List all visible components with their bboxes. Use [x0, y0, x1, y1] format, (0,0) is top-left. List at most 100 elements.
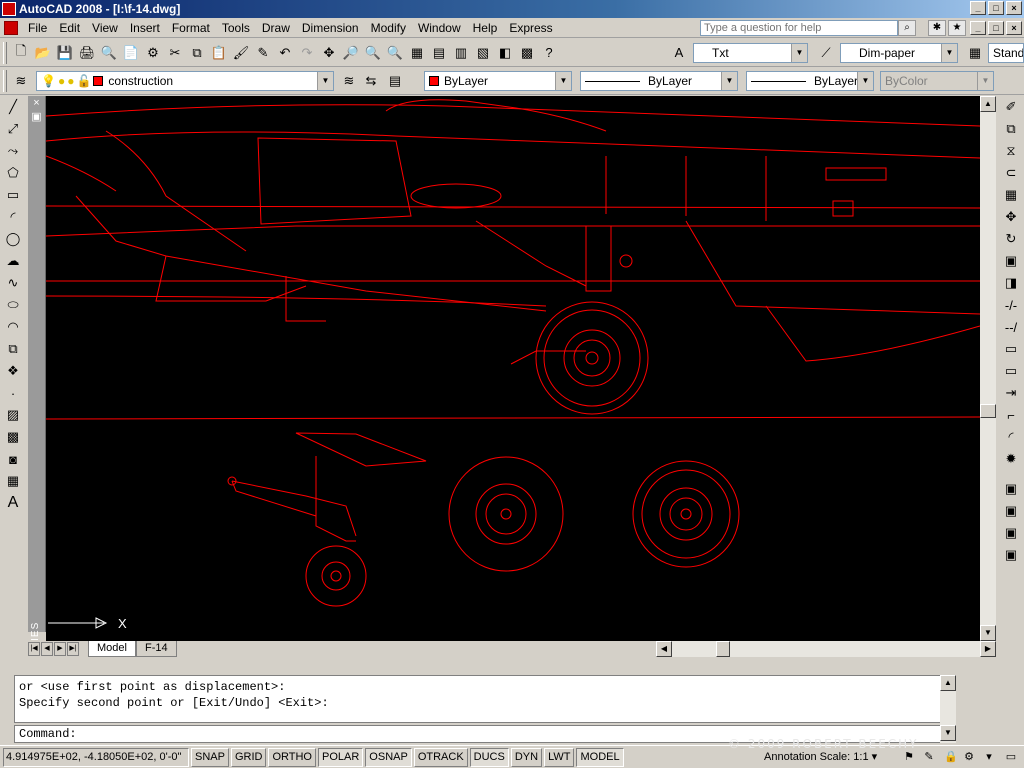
tab-model[interactable]: Model [88, 641, 136, 657]
pan-icon[interactable]: ✥ [318, 42, 340, 64]
doc-close-button[interactable]: × [1006, 21, 1022, 35]
snap-toggle[interactable]: SNAP [191, 747, 229, 767]
multiline-text-icon[interactable]: A [2, 492, 24, 514]
array-icon[interactable]: ▦ [1000, 184, 1022, 206]
mirror-icon[interactable]: ⧖ [1000, 140, 1022, 162]
document-icon[interactable] [4, 20, 18, 35]
menu-draw[interactable]: Draw [256, 18, 296, 38]
draworder-above-icon[interactable]: ▣ [1000, 522, 1022, 544]
publish-icon[interactable]: 📄 [120, 42, 142, 64]
clean-screen-icon[interactable]: ▾ [982, 750, 996, 764]
properties-palette[interactable]: × ▣ PROPERTIES [28, 96, 46, 696]
match-properties-icon[interactable]: 🖌 [230, 42, 252, 64]
insert-block-icon[interactable]: ⧉ [2, 338, 24, 360]
favorites-star-icon[interactable]: ★ [948, 20, 966, 36]
break-at-point-icon[interactable]: ▭ [1000, 338, 1022, 360]
chevron-down-icon[interactable]: ▼ [941, 44, 957, 62]
tool-palettes-icon[interactable]: ▥ [450, 42, 472, 64]
tray-settings-icon[interactable]: ⚙ [962, 750, 976, 764]
menu-view[interactable]: View [86, 18, 124, 38]
close-button[interactable]: × [1006, 1, 1022, 15]
fullscreen-icon[interactable]: ▭ [1004, 750, 1018, 764]
chevron-down-icon[interactable]: ▼ [555, 72, 571, 90]
chevron-down-icon[interactable]: ▼ [721, 72, 737, 90]
menu-file[interactable]: File [22, 18, 53, 38]
construction-line-icon[interactable]: ⤢ [2, 118, 24, 140]
layer-state-icon[interactable]: ▤ [384, 70, 406, 92]
command-scrollbar[interactable]: ▲ ▼ [940, 675, 956, 743]
linetype-combo[interactable]: ByLayer ▼ [580, 71, 738, 91]
annotation-scale[interactable]: Annotation Scale: 1:1 ▾ [764, 750, 877, 763]
hatch-icon[interactable]: ▨ [2, 404, 24, 426]
layer-manager-icon[interactable]: ≋ [10, 70, 32, 92]
extend-icon[interactable]: --/ [1000, 316, 1022, 338]
dyn-toggle[interactable]: DYN [510, 747, 543, 767]
color-combo[interactable]: ByLayer ▼ [424, 71, 572, 91]
table-style-icon[interactable]: ▦ [964, 42, 986, 64]
text-style-icon[interactable]: A [668, 42, 690, 64]
layer-combo[interactable]: 💡 ● ● 🔓 construction ▼ [36, 71, 334, 91]
tab-f-14[interactable]: F-14 [135, 641, 177, 657]
line-icon[interactable]: ╱ [2, 96, 24, 118]
offset-icon[interactable]: ⊂ [1000, 162, 1022, 184]
zoom-previous-icon[interactable]: 🔍 [384, 42, 406, 64]
dim-style-icon[interactable]: ⟋ [815, 42, 837, 64]
prev-tab-icon[interactable]: ◀ [41, 642, 53, 656]
cut-icon[interactable]: ✂ [164, 42, 186, 64]
polygon-icon[interactable]: ⬠ [2, 162, 24, 184]
scroll-down-icon[interactable]: ▼ [980, 625, 996, 641]
make-current-layer-icon[interactable]: ≋ [338, 70, 360, 92]
layer-previous-icon[interactable]: ⇆ [360, 70, 382, 92]
dim-style-combo[interactable]: Dim-paper ▼ [840, 43, 958, 63]
arc-icon[interactable]: ◜ [2, 206, 24, 228]
trim-icon[interactable]: -/- [1000, 294, 1022, 316]
redo-icon[interactable]: ↷ [296, 42, 318, 64]
revision-cloud-icon[interactable]: ☁ [2, 250, 24, 272]
draworder-back-icon[interactable]: ▣ [1000, 500, 1022, 522]
scale-icon[interactable]: ▣ [1000, 250, 1022, 272]
calculator-icon[interactable]: ▩ [516, 42, 538, 64]
scroll-right-icon[interactable]: ▶ [980, 641, 996, 657]
first-tab-icon[interactable]: |◀ [28, 642, 40, 656]
horizontal-scrollbar[interactable]: ◀ ▶ [656, 641, 996, 657]
chevron-down-icon[interactable]: ▼ [791, 44, 807, 62]
polar-toggle[interactable]: POLAR [318, 747, 364, 767]
draworder-under-icon[interactable]: ▣ [1000, 544, 1022, 566]
plot-icon[interactable]: 🖨 [76, 42, 98, 64]
minimize-button[interactable]: _ [970, 1, 986, 15]
autocad-app-icon[interactable] [2, 2, 16, 16]
menu-tools[interactable]: Tools [216, 18, 256, 38]
menu-edit[interactable]: Edit [53, 18, 86, 38]
cmd-scroll-up-icon[interactable]: ▲ [940, 675, 956, 691]
lock-icon[interactable]: 🔒 [944, 750, 958, 764]
help-icon[interactable]: ? [538, 42, 560, 64]
spline-icon[interactable]: ∿ [2, 272, 24, 294]
move-icon[interactable]: ✥ [1000, 206, 1022, 228]
rectangle-icon[interactable]: ▭ [2, 184, 24, 206]
cmd-scroll-down-icon[interactable]: ▼ [940, 725, 956, 741]
otrack-toggle[interactable]: OTRACK [413, 747, 468, 767]
new-file-icon[interactable]: 🗋 [10, 42, 32, 64]
model-space-viewport[interactable]: X [46, 96, 980, 641]
ellipse-icon[interactable]: ⬭ [2, 294, 24, 316]
undo-icon[interactable]: ↶ [274, 42, 296, 64]
point-icon[interactable]: · [2, 382, 24, 404]
annotation-visibility-icon[interactable]: ⚑ [902, 750, 916, 764]
osnap-toggle[interactable]: OSNAP [365, 747, 412, 767]
doc-restore-button[interactable]: □ [988, 21, 1004, 35]
properties-icon[interactable]: ▦ [406, 42, 428, 64]
table-style-combo[interactable]: Stand [988, 43, 1024, 63]
stretch-icon[interactable]: ◨ [1000, 272, 1022, 294]
explode-icon[interactable]: ✹ [1000, 448, 1022, 470]
markup-icon[interactable]: ◧ [494, 42, 516, 64]
3d-dwf-icon[interactable]: ⚙ [142, 42, 164, 64]
scroll-thumb[interactable] [980, 404, 996, 418]
menu-express[interactable]: Express [503, 18, 558, 38]
region-icon[interactable]: ◙ [2, 448, 24, 470]
palette-autohide-icon[interactable]: ▣ [28, 110, 45, 124]
chevron-down-icon[interactable]: ▼ [317, 72, 333, 90]
circle-icon[interactable]: ◯ [2, 228, 24, 250]
copy-icon[interactable]: ⧉ [186, 42, 208, 64]
model-toggle[interactable]: MODEL [576, 747, 624, 767]
polyline-icon[interactable]: ⤳ [2, 140, 24, 162]
